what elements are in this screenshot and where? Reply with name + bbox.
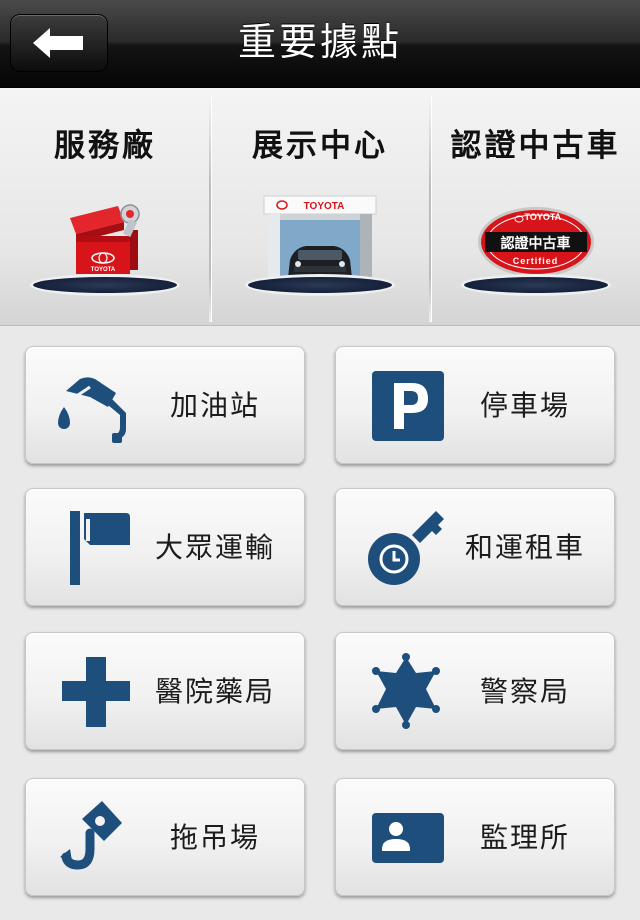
parking-button[interactable]: 停車場	[335, 346, 615, 464]
category-label: 展示中心	[252, 128, 388, 164]
button-label: 大眾運輸	[154, 531, 275, 564]
showroom-car-icon: TOYOTA	[263, 195, 377, 282]
car-rental-button[interactable]: 和運租車	[335, 488, 615, 606]
badge-subtext: Certified	[512, 256, 559, 266]
button-label: 警察局	[479, 675, 570, 708]
police-star-icon	[372, 653, 440, 729]
hospital-pharmacy-button[interactable]: 醫院藥局	[25, 632, 305, 750]
svg-text:TOYOTA: TOYOTA	[304, 201, 345, 212]
car-key-icon	[368, 511, 444, 585]
badge-text: 認證中古車	[500, 236, 571, 252]
button-label: 拖吊場	[169, 821, 260, 854]
medical-cross-icon	[62, 657, 130, 727]
category-label: 服務廠	[54, 128, 156, 164]
button-label: 醫院藥局	[154, 675, 275, 708]
public-transport-button[interactable]: 大眾運輸	[25, 488, 305, 606]
motor-vehicle-office-button[interactable]: 監理所	[335, 778, 615, 896]
certified-badge-icon: TOYOTA 認證中古車 Certified	[477, 206, 595, 278]
tow-yard-button[interactable]: 拖吊場	[25, 778, 305, 896]
parking-icon	[372, 371, 444, 441]
category-service-center[interactable]: 服務廠 TOYOTA	[0, 88, 210, 326]
gas-station-button[interactable]: 加油站	[25, 346, 305, 464]
button-label: 監理所	[479, 821, 570, 854]
pedestal	[245, 274, 395, 314]
category-certified-used-car[interactable]: 認證中古車 TOYOTA 認證中古車 Certified	[431, 88, 640, 326]
tow-hook-icon	[60, 801, 122, 870]
button-label: 加油站	[169, 389, 260, 422]
back-button[interactable]	[10, 14, 108, 72]
button-label: 和運租車	[464, 531, 585, 564]
arrow-left-icon	[33, 28, 83, 58]
flag-icon	[70, 511, 130, 585]
navigation-bar: 重要據點	[0, 0, 640, 88]
police-station-button[interactable]: 警察局	[335, 632, 615, 750]
category-label: 認證中古車	[450, 128, 621, 164]
badge-brand: TOYOTA	[524, 212, 562, 222]
id-card-icon	[372, 813, 444, 863]
toolbox-icon: TOYOTA	[70, 204, 140, 274]
pedestal	[30, 274, 180, 314]
button-label: 停車場	[479, 389, 570, 422]
fuel-nozzle-icon	[58, 377, 126, 443]
svg-text:TOYOTA: TOYOTA	[91, 267, 116, 273]
category-panel: 服務廠 TOYOTA 展示中心 TOYOTA 認證中古車 TOYOTA 認證中古…	[0, 88, 640, 326]
pedestal	[460, 274, 611, 314]
category-showroom[interactable]: 展示中心 TOYOTA	[211, 88, 429, 326]
